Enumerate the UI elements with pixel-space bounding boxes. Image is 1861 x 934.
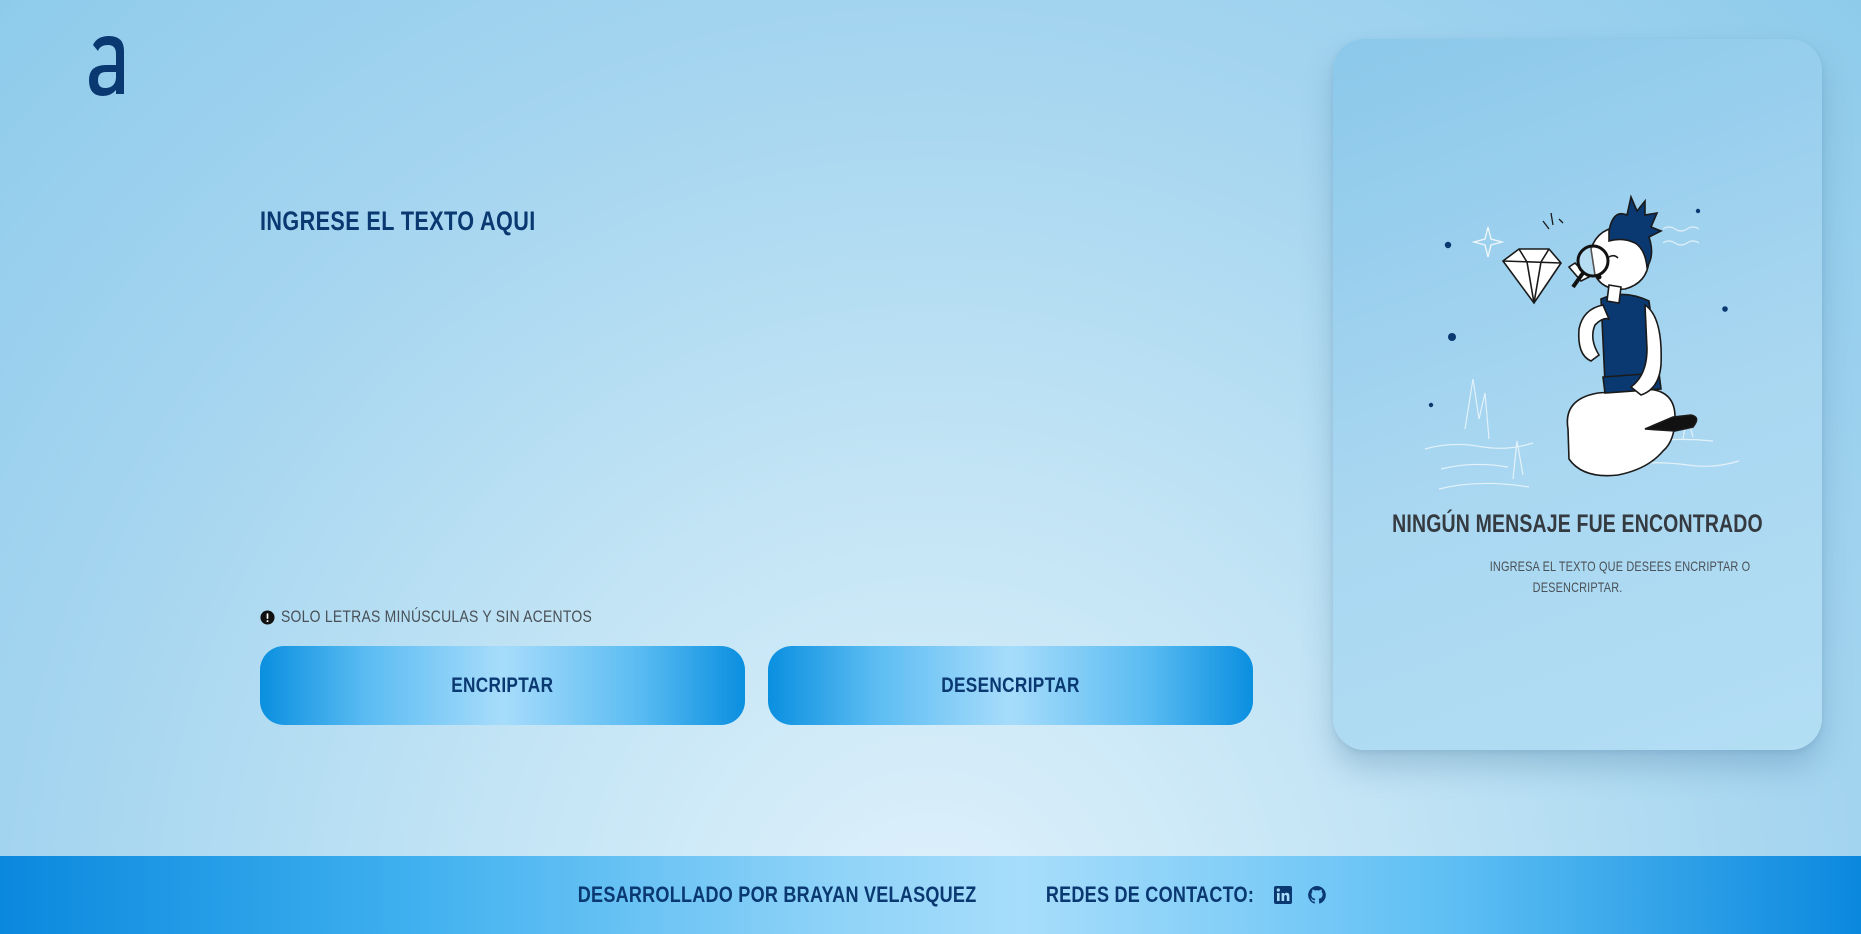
encrypt-button-label: ENCRIPTAR bbox=[451, 673, 554, 697]
linkedin-icon[interactable] bbox=[1273, 885, 1293, 905]
encrypt-main-area: INGRESE EL TEXTO AQUI SOLO LETRAS MINÚSC… bbox=[260, 0, 1254, 856]
footer-credit: DESARROLLADO POR BRAYAN VELASQUEZ bbox=[578, 882, 977, 907]
no-message-description-line2: DESENCRIPTAR. bbox=[1532, 579, 1623, 595]
footer-contact-label: REDES DE CONTACTO: bbox=[1045, 882, 1254, 907]
alura-a-logo-icon[interactable] bbox=[84, 34, 130, 98]
no-message-title: NINGÚN MENSAJE FUE ENCONTRADO bbox=[1392, 510, 1763, 538]
github-icon[interactable] bbox=[1307, 885, 1327, 905]
no-message-description-line1: INGRESA EL TEXTO QUE DESEES ENCRIPTAR O bbox=[1489, 558, 1751, 574]
decrypt-button[interactable]: DESENCRIPTAR bbox=[768, 646, 1253, 725]
text-input-area[interactable]: INGRESE EL TEXTO AQUI bbox=[260, 202, 1055, 240]
person-with-magnifying-glass-illustration bbox=[1424, 194, 1740, 490]
encrypt-button[interactable]: ENCRIPTAR bbox=[260, 646, 745, 725]
social-links bbox=[1273, 885, 1327, 905]
no-message-description: INGRESA EL TEXTO QUE DESEES ENCRIPTAR O … bbox=[1453, 556, 1750, 598]
decrypt-button-label: DESENCRIPTAR bbox=[941, 673, 1080, 697]
output-panel: NINGÚN MENSAJE FUE ENCONTRADO INGRESA EL… bbox=[1333, 39, 1822, 750]
input-notice: SOLO LETRAS MINÚSCULAS Y SIN ACENTOS bbox=[260, 604, 660, 630]
exclamation-circle-icon bbox=[260, 609, 275, 625]
footer: DESARROLLADO POR BRAYAN VELASQUEZ REDES … bbox=[0, 856, 1861, 934]
notice-text: SOLO LETRAS MINÚSCULAS Y SIN ACENTOS bbox=[281, 607, 592, 626]
